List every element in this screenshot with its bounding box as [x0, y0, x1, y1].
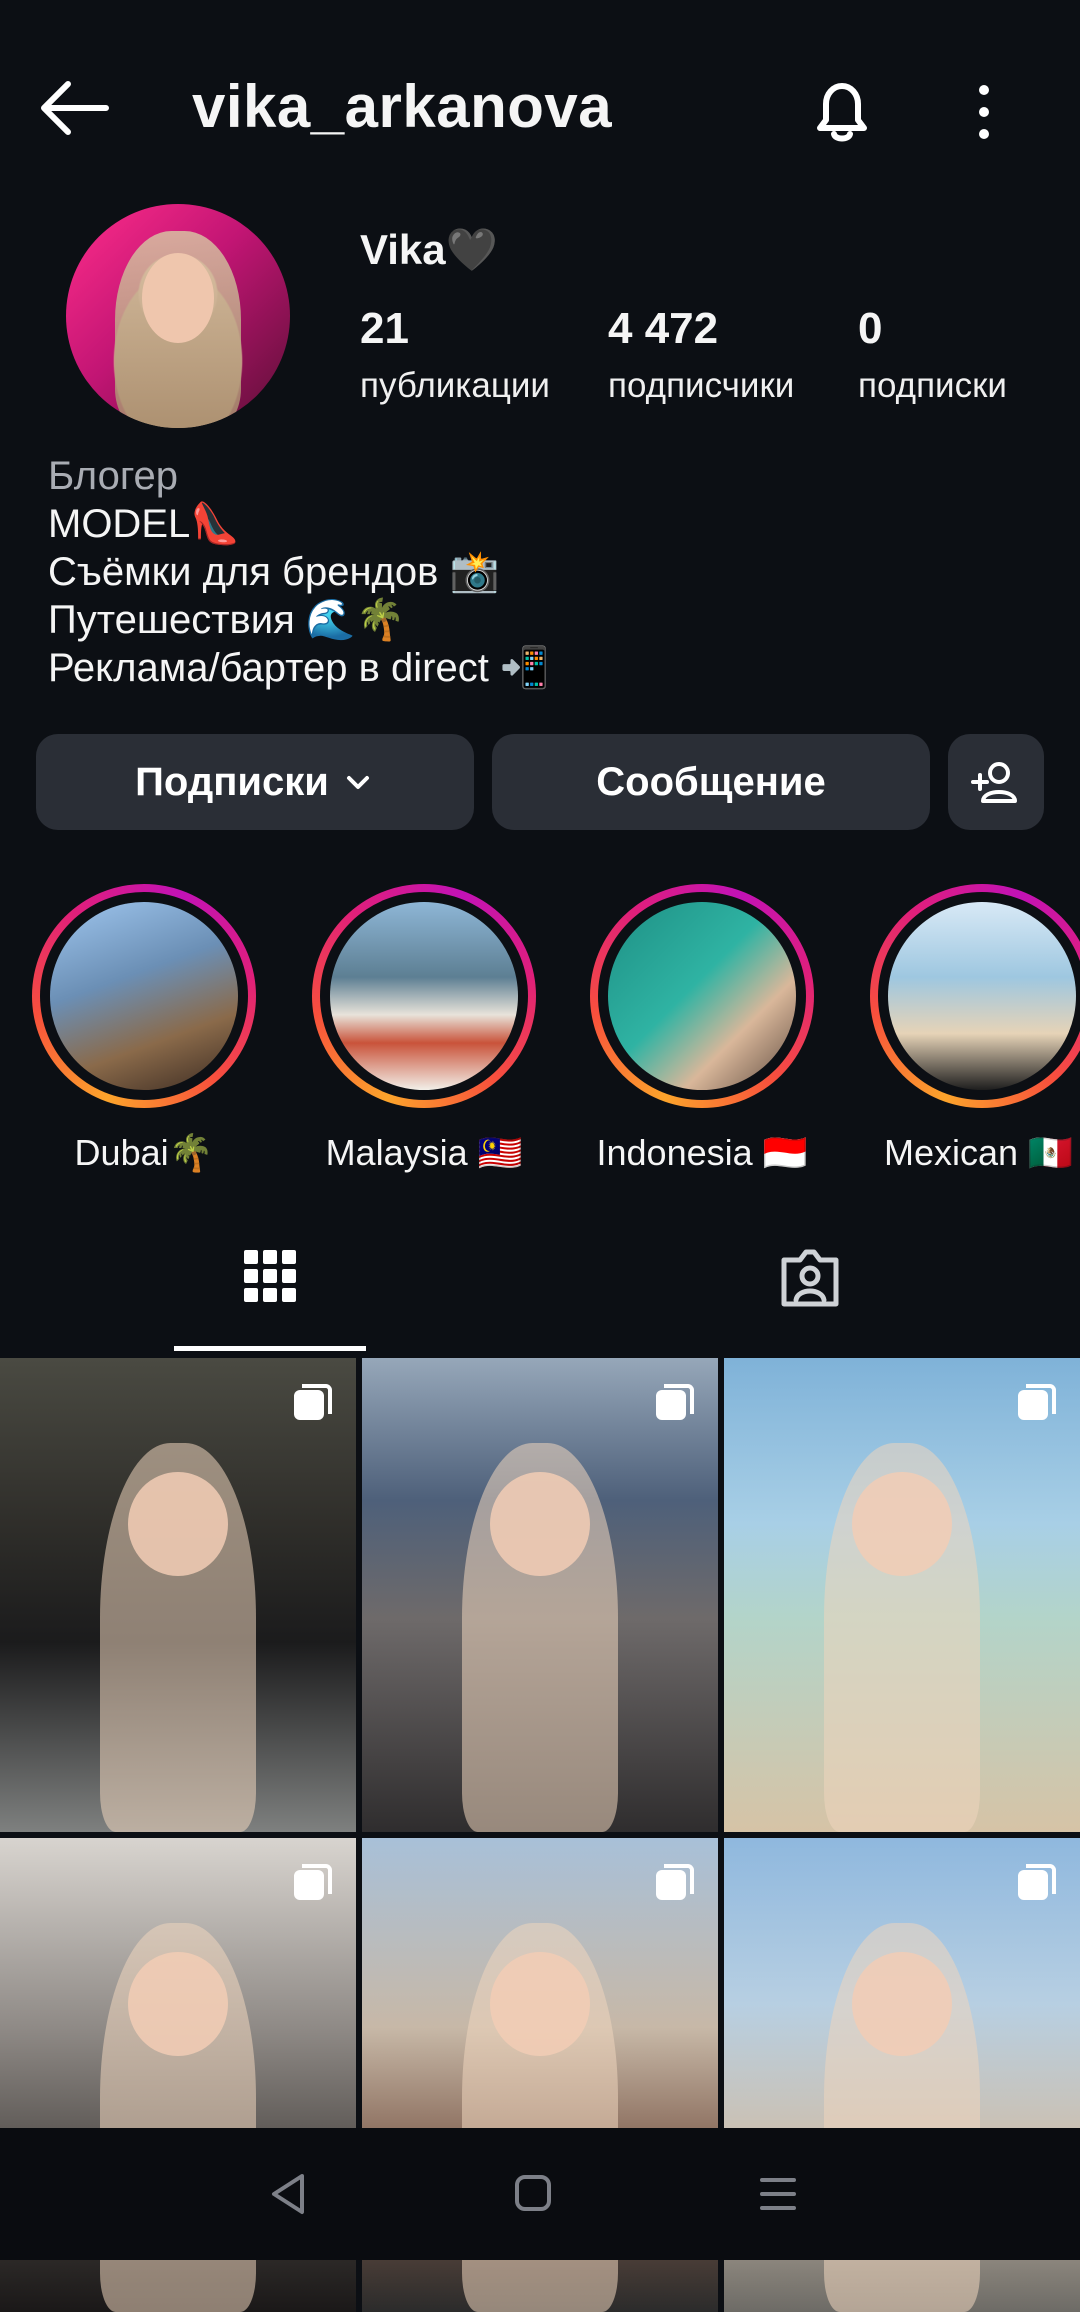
posts-label: публикации: [360, 366, 550, 405]
followers-count: 4 472: [608, 304, 719, 353]
post-thumbnail[interactable]: [724, 1358, 1080, 1832]
bio-category: Блогер: [48, 454, 179, 498]
avatar[interactable]: [66, 204, 290, 428]
carousel-icon: [1018, 1384, 1056, 1420]
stat-followers[interactable]: 4 472 подписчики: [608, 304, 794, 406]
followers-label: подписчики: [608, 366, 795, 405]
following-button-label: Подписки: [135, 759, 329, 804]
post-thumbnail[interactable]: [0, 1358, 356, 1832]
carousel-icon: [656, 1384, 694, 1420]
message-button[interactable]: Сообщение: [492, 734, 930, 830]
nav-home-icon[interactable]: [514, 2174, 552, 2212]
bio-line: MODEL👠: [48, 502, 241, 546]
message-button-label: Сообщение: [596, 759, 826, 804]
highlight-item[interactable]: Dubai🌴: [32, 884, 256, 1174]
highlight-label: Malaysia 🇲🇾: [325, 1132, 523, 1173]
back-arrow-icon[interactable]: [34, 76, 114, 140]
stat-posts[interactable]: 21 публикации: [360, 304, 550, 406]
highlight-cover: [888, 902, 1076, 1090]
chevron-down-icon: [346, 776, 369, 789]
tagged-icon[interactable]: [776, 1244, 844, 1312]
profile-username: vika_arkanova: [192, 73, 613, 140]
highlight-cover: [330, 902, 518, 1090]
bio-line: Путешествия 🌊🌴: [48, 598, 406, 642]
highlight-cover: [50, 902, 238, 1090]
highlight-ring: [32, 884, 256, 1108]
nav-back-icon[interactable]: [268, 2172, 308, 2216]
stat-following[interactable]: 0 подписки: [858, 304, 1007, 406]
carousel-icon: [294, 1384, 332, 1420]
bio: Блогер MODEL👠 Съёмки для брендов 📸 Путеш…: [48, 452, 550, 692]
highlight-label: Indonesia 🇮🇩: [596, 1132, 808, 1173]
posts-count: 21: [360, 304, 409, 353]
grid-icon: [244, 1250, 296, 1302]
carousel-icon: [294, 1864, 332, 1900]
carousel-icon: [656, 1864, 694, 1900]
active-tab-indicator: [174, 1346, 366, 1351]
more-vertical-icon[interactable]: [960, 76, 1008, 146]
bio-line: Съёмки для брендов 📸: [48, 550, 500, 594]
highlight-label: Mexican 🇲🇽: [884, 1132, 1073, 1173]
display-name: Vika🖤: [360, 226, 498, 273]
add-user-button[interactable]: [948, 734, 1044, 830]
highlight-item[interactable]: Malaysia 🇲🇾: [312, 884, 536, 1174]
nav-recents-icon[interactable]: [758, 2174, 798, 2214]
bio-line: Реклама/бартер в direct 📲: [48, 646, 550, 690]
highlight-ring: [312, 884, 536, 1108]
bell-icon[interactable]: [802, 70, 882, 150]
highlight-item[interactable]: Mexican 🇲🇽: [870, 884, 1080, 1174]
post-thumbnail[interactable]: [362, 1358, 718, 1832]
highlight-item[interactable]: Indonesia 🇮🇩: [590, 884, 814, 1174]
following-dropdown-button[interactable]: Подписки: [36, 734, 474, 830]
add-user-icon: [971, 762, 1017, 803]
following-label: подписки: [858, 366, 1007, 405]
highlight-cover: [608, 902, 796, 1090]
highlight-label: Dubai🌴: [74, 1132, 214, 1173]
highlight-ring: [870, 884, 1080, 1108]
following-count: 0: [858, 304, 883, 353]
highlight-ring: [590, 884, 814, 1108]
carousel-icon: [1018, 1864, 1056, 1900]
